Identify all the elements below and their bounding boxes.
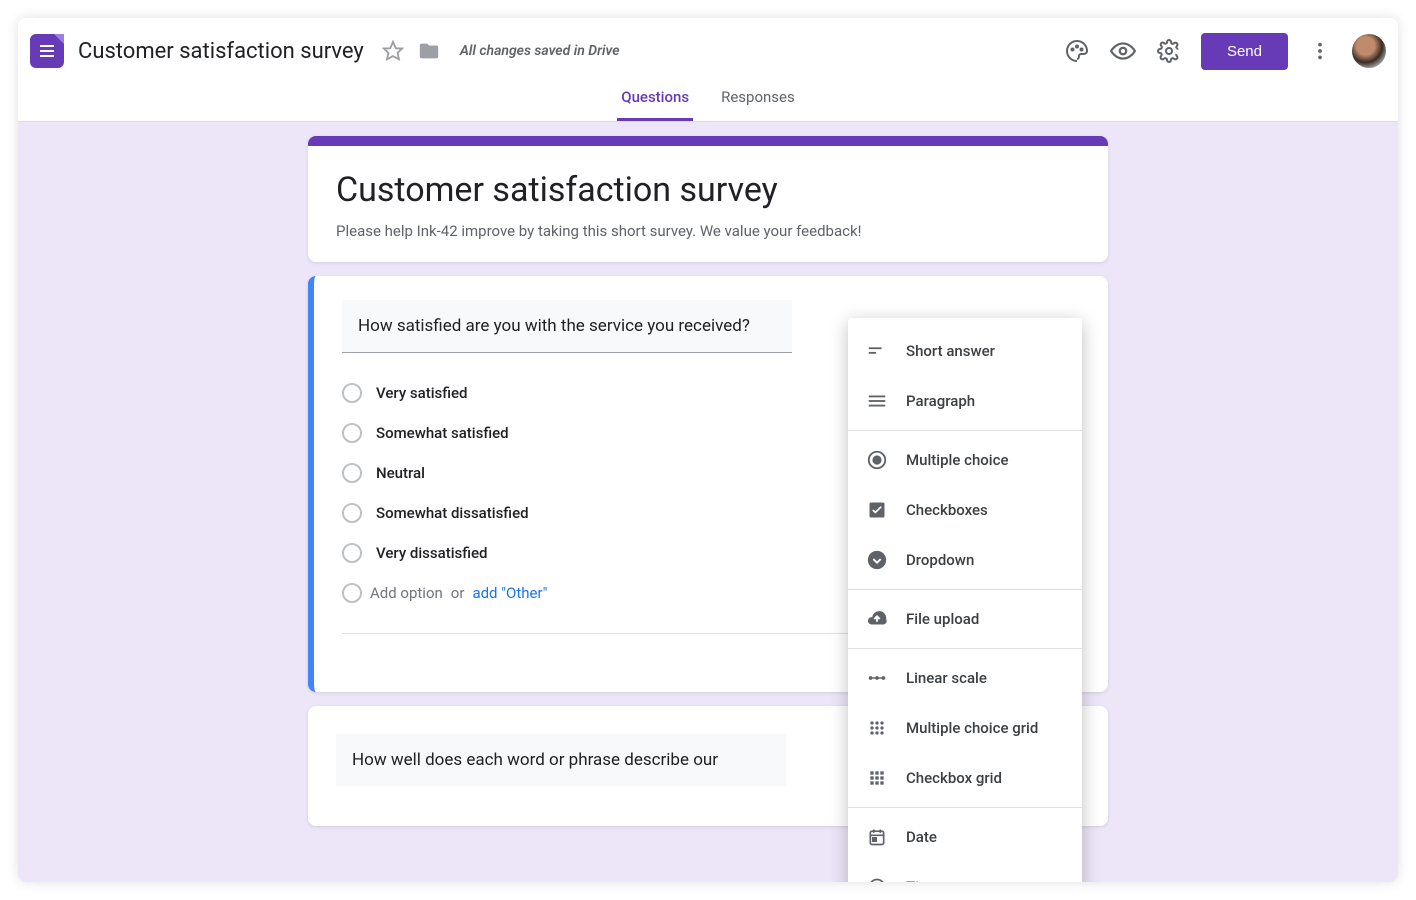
radio-grid-icon: [866, 717, 888, 739]
document-title[interactable]: Customer satisfaction survey: [78, 39, 364, 64]
settings-gear-icon[interactable]: [1155, 37, 1183, 65]
radio-icon: [342, 543, 362, 563]
paragraph-icon: [866, 390, 888, 412]
menu-item-file-upload[interactable]: File upload: [848, 594, 1082, 644]
menu-item-label: Paragraph: [906, 392, 975, 410]
radio-icon: [342, 383, 362, 403]
send-button[interactable]: Send: [1201, 33, 1288, 70]
menu-item-linear-scale[interactable]: Linear scale: [848, 653, 1082, 703]
radio-icon: [342, 463, 362, 483]
theme-palette-icon[interactable]: [1063, 37, 1091, 65]
tabs-bar: Questions Responses: [18, 74, 1398, 122]
save-status: All changes saved in Drive: [460, 43, 620, 59]
radio-icon: [342, 583, 362, 603]
account-avatar[interactable]: [1352, 34, 1386, 68]
menu-item-label: Time: [906, 878, 940, 882]
menu-item-label: Linear scale: [906, 669, 987, 687]
menu-item-paragraph[interactable]: Paragraph: [848, 376, 1082, 426]
dropdown-icon: [866, 549, 888, 571]
add-other-button[interactable]: add "Other": [472, 584, 547, 602]
menu-item-time[interactable]: Time: [848, 862, 1082, 882]
radio-selected-icon: [866, 449, 888, 471]
header-bar: Customer satisfaction survey All changes…: [18, 18, 1398, 74]
menu-item-label: Checkbox grid: [906, 769, 1002, 787]
form-description[interactable]: Please help Ink-42 improve by taking thi…: [336, 222, 1080, 240]
form-canvas: Customer satisfaction survey Please help…: [18, 122, 1398, 882]
question-title-input[interactable]: How well does each word or phrase descri…: [336, 734, 786, 786]
add-option-button[interactable]: Add option: [370, 584, 443, 602]
cloud-upload-icon: [866, 608, 888, 630]
menu-item-dropdown[interactable]: Dropdown: [848, 535, 1082, 585]
form-title[interactable]: Customer satisfaction survey: [336, 170, 1080, 210]
question-title-input[interactable]: How satisfied are you with the service y…: [342, 300, 792, 353]
menu-item-label: Dropdown: [906, 551, 974, 569]
menu-item-label: File upload: [906, 610, 979, 628]
option-label[interactable]: Very satisfied: [376, 384, 468, 402]
more-vert-icon[interactable]: [1306, 37, 1334, 65]
star-icon[interactable]: [380, 38, 406, 64]
short-answer-icon: [866, 340, 888, 362]
menu-separator: [848, 589, 1082, 590]
option-label[interactable]: Neutral: [376, 464, 425, 482]
menu-item-checkboxes[interactable]: Checkboxes: [848, 485, 1082, 535]
menu-item-multiple-choice[interactable]: Multiple choice: [848, 435, 1082, 485]
option-label[interactable]: Somewhat dissatisfied: [376, 504, 529, 522]
option-label[interactable]: Very dissatisfied: [376, 544, 488, 562]
preview-eye-icon[interactable]: [1109, 37, 1137, 65]
option-label[interactable]: Somewhat satisfied: [376, 424, 509, 442]
menu-item-label: Multiple choice: [906, 451, 1008, 469]
tab-responses[interactable]: Responses: [717, 74, 799, 121]
clock-icon: [866, 876, 888, 882]
menu-item-label: Checkboxes: [906, 501, 988, 519]
menu-separator: [848, 807, 1082, 808]
radio-icon: [342, 423, 362, 443]
forms-logo-icon[interactable]: [30, 34, 64, 68]
or-text: or: [451, 584, 465, 602]
linear-scale-icon: [866, 667, 888, 689]
folder-move-icon[interactable]: [416, 38, 442, 64]
checkbox-grid-icon: [866, 767, 888, 789]
menu-item-label: Multiple choice grid: [906, 719, 1038, 737]
menu-item-mc-grid[interactable]: Multiple choice grid: [848, 703, 1082, 753]
calendar-icon: [866, 826, 888, 848]
menu-item-label: Date: [906, 828, 937, 846]
tab-questions[interactable]: Questions: [617, 74, 693, 121]
menu-item-label: Short answer: [906, 342, 995, 360]
menu-item-date[interactable]: Date: [848, 812, 1082, 862]
checkbox-icon: [866, 499, 888, 521]
menu-separator: [848, 648, 1082, 649]
form-title-card[interactable]: Customer satisfaction survey Please help…: [308, 136, 1108, 262]
question-type-menu: Short answer Paragraph Multiple choice C: [848, 318, 1082, 882]
menu-separator: [848, 430, 1082, 431]
radio-icon: [342, 503, 362, 523]
menu-item-cb-grid[interactable]: Checkbox grid: [848, 753, 1082, 803]
menu-item-short-answer[interactable]: Short answer: [848, 326, 1082, 376]
